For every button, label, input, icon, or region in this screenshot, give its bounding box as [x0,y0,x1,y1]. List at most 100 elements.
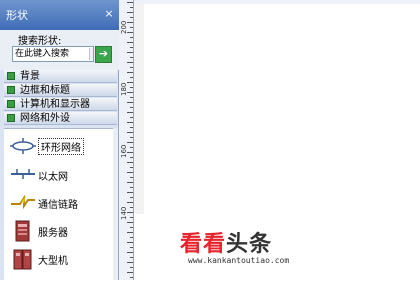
ruler-tick [127,112,133,113]
ruler-tick [130,117,133,118]
ruler-tick [130,127,133,128]
ruler-tick [130,57,133,58]
watermark-logo: 看看头条 [180,226,272,258]
ruler-tick [130,267,133,268]
ruler-tick [130,177,133,178]
ruler-tick [127,52,133,53]
ruler-tick [130,67,133,68]
search-input[interactable]: 在此键入搜索 ▼ [12,46,94,62]
search-placeholder: 在此键入搜索 [15,49,70,59]
shapes-pane: 形状 × 搜索形状: 在此键入搜索 ▼ ➔ 背景 边框和标题 计算机和显示器 网… [0,0,119,281]
ruler-tick [127,122,133,123]
close-icon[interactable]: × [103,7,115,21]
category-label: 网络和外设 [20,113,70,124]
shape-label: 以太网 [38,172,68,183]
ruler-tick [130,27,133,28]
shape-label: 通信链路 [38,200,78,211]
ruler-label: 180 [120,82,128,96]
ruler-tick [130,147,133,148]
ruler-tick [127,32,133,33]
ruler-tick [130,97,133,98]
ruler-tick [127,72,133,73]
ruler-tick [127,132,133,133]
category-computers-monitors[interactable]: 计算机和显示器 [4,98,117,111]
category-label: 边框和标题 [20,85,70,96]
ruler-label: 140 [120,206,128,220]
ruler-tick [130,7,133,8]
shape-ethernet[interactable]: 以太网 [4,161,117,187]
watermark-text-red: 看看 [180,232,227,257]
stencil-icon [7,114,15,122]
ruler-tick [127,62,133,63]
ethernet-icon [11,169,35,179]
chevron-down-icon[interactable]: ▼ [89,48,93,60]
shapes-pane-title: 形状 [6,9,28,22]
shape-comm-link[interactable]: 通信链路 [4,189,117,215]
page-edge [134,4,144,214]
ruler-tick [130,17,133,18]
ruler-tick [130,137,133,138]
category-borders-titles[interactable]: 边框和标题 [4,84,117,97]
ruler-tick [130,237,133,238]
ruler-tick [130,207,133,208]
watermark-url: www.kankantoutiao.com [188,256,290,265]
shape-label: 大型机 [38,256,68,267]
shape-label: 服务器 [38,228,68,239]
ruler-tick [127,2,133,3]
stencil-shapes-list: 环形网络 以太网 通信链路 服务器 大型机 [4,128,117,281]
ruler-tick [130,157,133,158]
ruler-tick [127,222,133,223]
ruler-tick [127,172,133,173]
ruler-tick [130,277,133,278]
shape-server[interactable]: 服务器 [4,217,117,243]
shape-mainframe[interactable]: 大型机 [4,245,117,271]
ruler-tick [127,102,133,103]
category-network-peripherals[interactable]: 网络和外设 [4,112,117,125]
ruler-tick [130,167,133,168]
ruler-tick [127,162,133,163]
watermark-text-dark: 头条 [226,232,273,257]
ruler-tick [127,202,133,203]
category-label: 背景 [20,71,40,82]
ruler-tick [127,252,133,253]
category-background[interactable]: 背景 [4,70,117,83]
ruler-tick [130,37,133,38]
shape-label: 环形网络 [38,138,84,155]
stencil-icon [7,100,15,108]
ruler-tick [127,152,133,153]
category-label: 计算机和显示器 [20,99,90,110]
ruler-tick [130,227,133,228]
shape-ring-network[interactable]: 环形网络 [4,133,117,159]
ruler-tick [127,22,133,23]
comm-link-icon [11,194,35,210]
search-area: 搜索形状: 在此键入搜索 ▼ ➔ [0,30,119,70]
ruler-tick [127,182,133,183]
ruler-tick [130,197,133,198]
stencil-icon [7,72,15,80]
ruler-tick [127,212,133,213]
ruler-tick [130,47,133,48]
ruler-tick [130,187,133,188]
ruler-tick [127,92,133,93]
ruler-tick [130,257,133,258]
ruler-tick [130,107,133,108]
ruler-tick [130,247,133,248]
stencil-scrollbar[interactable] [113,128,118,280]
ruler-tick [127,232,133,233]
server-icon [15,220,30,242]
search-label: 搜索形状: [18,36,62,47]
ruler-tick [127,242,133,243]
ruler-tick [130,87,133,88]
stencil-icon [7,86,15,94]
ruler-tick [127,262,133,263]
search-go-button[interactable]: ➔ [95,46,112,63]
ruler-tick [127,272,133,273]
watermark: 看看头条 www.kankantoutiao.com [160,222,420,280]
ruler-tick [127,142,133,143]
mainframe-icon [13,249,32,270]
shapes-pane-header: 形状 × [0,0,119,30]
ruler-tick [130,217,133,218]
ruler-tick [130,77,133,78]
ruler-tick [127,42,133,43]
vertical-ruler: 200 180 160 140 [119,0,134,280]
